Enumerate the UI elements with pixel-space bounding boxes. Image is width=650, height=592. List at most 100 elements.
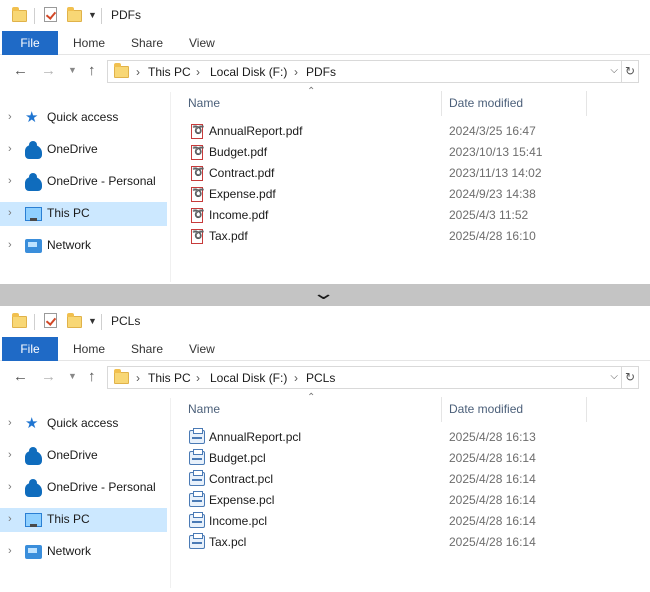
sidebar-item-this-pc[interactable]: › This PC [0,202,167,226]
new-folder-icon[interactable] [67,313,82,328]
breadcrumb-local-disk[interactable]: Local Disk (F:) [210,65,287,79]
sort-ascending-icon: ⌃ [307,86,316,97]
customize-toolbar-icon[interactable]: ▼ [88,316,97,326]
breadcrumb-this-pc[interactable]: This PC [148,371,191,385]
tab-share[interactable]: Share [131,31,163,55]
file-row[interactable]: Income.pcl 2025/4/28 16:14 [186,511,626,532]
file-name: Income.pdf [209,208,269,222]
sidebar-item-quick-access[interactable]: › ★ Quick access [0,412,167,436]
expand-chevron-icon[interactable]: › [8,417,12,429]
navigation-pane: › ★ Quick access › OneDrive › OneDrive -… [0,398,171,590]
back-arrow-icon[interactable]: ← [13,62,28,80]
column-header-name[interactable]: Name [188,96,220,110]
pdf-file-icon [191,187,204,202]
expand-chevron-icon[interactable]: › [8,481,12,493]
up-arrow-icon[interactable]: ↑ [88,62,96,80]
tab-home[interactable]: Home [73,337,105,361]
file-row[interactable]: Tax.pdf 2025/4/28 16:10 [186,226,626,247]
file-row[interactable]: Contract.pcl 2025/4/28 16:14 [186,469,626,490]
sidebar-item-network[interactable]: › Network [0,234,167,258]
file-date-modified: 2025/4/28 16:14 [449,535,536,549]
column-resize-handle[interactable] [586,91,587,116]
file-row[interactable]: Contract.pdf 2023/11/13 14:02 [186,163,626,184]
breadcrumb-local-disk[interactable]: Local Disk (F:) [210,371,287,385]
breadcrumb-chevron-icon[interactable]: › [196,65,200,79]
sidebar-item-quick-access[interactable]: › ★ Quick access [0,106,167,130]
expand-chevron-icon[interactable]: › [8,175,12,187]
file-row[interactable]: Budget.pdf 2023/10/13 15:41 [186,142,626,163]
tab-view[interactable]: View [189,31,215,55]
properties-icon[interactable] [44,7,57,22]
sidebar-item-label: OneDrive - Personal [47,480,156,494]
file-date-modified: 2025/4/28 16:14 [449,514,536,528]
back-arrow-icon[interactable]: ← [13,368,28,386]
address-dropdown-chevron-icon[interactable]: ⌵ [610,371,618,382]
new-folder-icon[interactable] [67,7,82,22]
sidebar-item-onedrive-personal[interactable]: › OneDrive - Personal [0,170,167,194]
file-row[interactable]: Expense.pdf 2024/9/23 14:38 [186,184,626,205]
file-row[interactable]: AnnualReport.pcl 2025/4/28 16:13 [186,427,626,448]
recent-locations-chevron-icon[interactable]: ▼ [68,371,77,381]
breadcrumb-chevron-icon[interactable]: › [196,371,200,385]
up-arrow-icon[interactable]: ↑ [88,368,96,386]
address-bar[interactable]: › This PC › Local Disk (F:) › PDFs ⌵ [107,60,622,83]
expand-chevron-icon[interactable]: › [8,449,12,461]
pane-divider[interactable] [170,92,171,282]
refresh-icon[interactable]: ↻ [622,60,639,83]
refresh-icon[interactable]: ↻ [622,366,639,389]
sidebar-item-label: OneDrive - Personal [47,174,156,188]
properties-icon[interactable] [44,313,57,328]
sidebar-item-onedrive[interactable]: › OneDrive [0,138,167,162]
breadcrumb-chevron-icon[interactable]: › [294,65,298,79]
column-resize-handle[interactable] [441,397,442,422]
tab-share[interactable]: Share [131,337,163,361]
column-header-date-modified[interactable]: Date modified [449,402,523,416]
file-list: ⌃ Name Date modified AnnualReport.pdf 20… [186,86,650,284]
customize-toolbar-icon[interactable]: ▼ [88,10,97,20]
file-row[interactable]: Income.pdf 2025/4/3 11:52 [186,205,626,226]
column-resize-handle[interactable] [441,91,442,116]
file-row[interactable]: Budget.pcl 2025/4/28 16:14 [186,448,626,469]
breadcrumb-this-pc[interactable]: This PC [148,65,191,79]
explorer-window-pdfs: ▼ PDFs File Home Share View ← → ▼ ↑ › Th… [0,0,650,284]
forward-arrow-icon[interactable]: → [41,62,56,80]
file-row[interactable]: Tax.pcl 2025/4/28 16:14 [186,532,626,553]
cloud-icon [25,447,42,465]
address-dropdown-chevron-icon[interactable]: ⌵ [610,65,618,76]
breadcrumb-chevron-icon[interactable]: › [136,65,140,79]
printer-file-icon [189,533,205,549]
column-header-date-modified[interactable]: Date modified [449,96,523,110]
file-date-modified: 2025/4/28 16:13 [449,430,536,444]
expand-chevron-icon[interactable]: › [8,143,12,155]
expand-chevron-icon[interactable]: › [8,207,12,219]
expand-chevron-icon[interactable]: › [8,545,12,557]
expand-chevron-icon[interactable]: › [8,513,12,525]
expand-chevron-icon[interactable]: › [8,239,12,251]
tab-file[interactable]: File [2,31,58,55]
sidebar-item-this-pc[interactable]: › This PC [0,508,167,532]
pdf-file-icon [191,208,204,223]
tab-view[interactable]: View [189,337,215,361]
forward-arrow-icon[interactable]: → [41,368,56,386]
tab-home[interactable]: Home [73,31,105,55]
sidebar-item-label: This PC [47,206,90,220]
pane-divider[interactable] [170,398,171,588]
breadcrumb-current-folder[interactable]: PDFs [306,65,336,79]
expand-chevron-icon[interactable]: › [8,111,12,123]
ribbon: File Home Share View [0,337,650,361]
breadcrumb-current-folder[interactable]: PCLs [306,371,335,385]
sidebar-item-onedrive-personal[interactable]: › OneDrive - Personal [0,476,167,500]
sidebar-item-onedrive[interactable]: › OneDrive [0,444,167,468]
column-resize-handle[interactable] [586,397,587,422]
file-date-modified: 2025/4/28 16:14 [449,451,536,465]
sidebar-item-network[interactable]: › Network [0,540,167,564]
tab-file[interactable]: File [2,337,58,361]
recent-locations-chevron-icon[interactable]: ▼ [68,65,77,75]
breadcrumb-chevron-icon[interactable]: › [136,371,140,385]
address-bar[interactable]: › This PC › Local Disk (F:) › PCLs ⌵ [107,366,622,389]
toolbar-separator [34,314,35,330]
file-row[interactable]: Expense.pcl 2025/4/28 16:14 [186,490,626,511]
column-header-name[interactable]: Name [188,402,220,416]
file-row[interactable]: AnnualReport.pdf 2024/3/25 16:47 [186,121,626,142]
breadcrumb-chevron-icon[interactable]: › [294,371,298,385]
